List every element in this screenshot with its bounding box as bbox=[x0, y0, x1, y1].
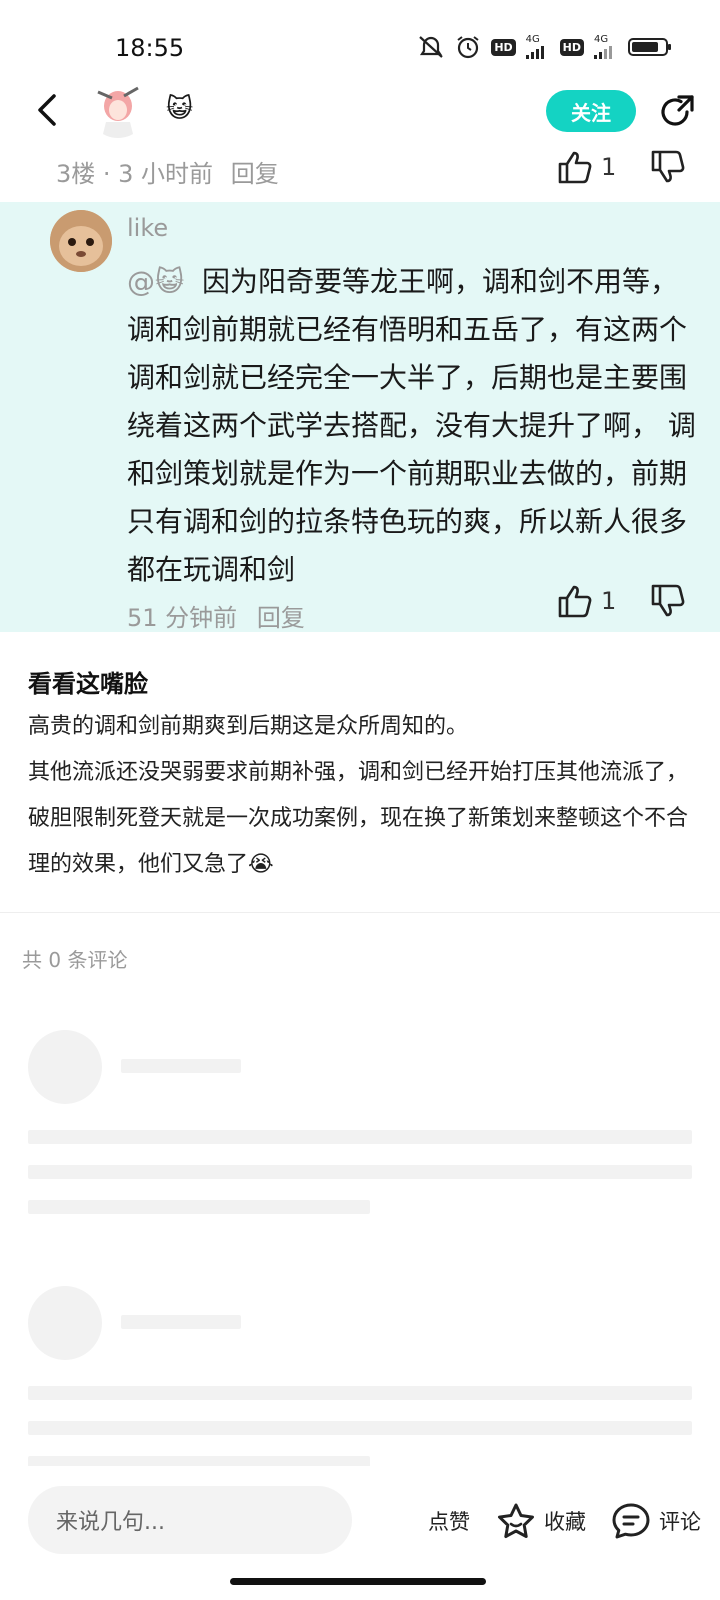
reply-like-count: 1 bbox=[601, 587, 617, 615]
comment-bubble-icon bbox=[612, 1503, 650, 1539]
author-badge-emoji: 😺 bbox=[166, 94, 194, 124]
signal-icon bbox=[525, 46, 544, 59]
reply-body: 因为阳奇要等龙王啊，调和剑不用等，调和剑前期就已经有悟明和五岳了，有这两个调和剑… bbox=[127, 265, 696, 586]
floor-time: 3楼 · 3 小时前 bbox=[56, 160, 214, 188]
like-action-label: 点赞 bbox=[428, 1510, 470, 1534]
post-body: 高贵的调和剑前期爽到后期这是众所周知的。 其他流派还没哭弱要求前期补强，调和剑已… bbox=[28, 704, 688, 888]
hd-badge-2: HD bbox=[559, 38, 584, 56]
thumb-down-icon[interactable] bbox=[650, 150, 686, 184]
skeleton-line bbox=[121, 1315, 241, 1329]
skeleton-line bbox=[28, 1130, 692, 1144]
reply-reply-link[interactable]: 回复 bbox=[257, 604, 305, 632]
skeleton-line bbox=[28, 1386, 692, 1400]
author-avatar[interactable] bbox=[88, 78, 148, 138]
reply-text: @😺 因为阳奇要等龙王啊，调和剑不用等，调和剑前期就已经有悟明和五岳了，有这两个… bbox=[127, 258, 702, 594]
thumb-up-icon bbox=[558, 151, 592, 184]
favorite-label: 收藏 bbox=[544, 1510, 586, 1534]
reply-author-name[interactable]: like bbox=[127, 214, 168, 242]
post-paragraph: 其他流派还没哭弱要求前期补强，调和剑已经开始打压其他流派了，破胆限制死登天就是一… bbox=[28, 760, 689, 877]
comment-label: 评论 bbox=[659, 1510, 701, 1534]
alarm-icon bbox=[457, 36, 479, 59]
comment-count: 共 0 条评论 bbox=[22, 948, 128, 972]
divider bbox=[0, 912, 720, 913]
reply-like-button[interactable]: 1 bbox=[557, 584, 616, 618]
home-indicator[interactable] bbox=[230, 1578, 486, 1585]
status-icons: HD 4G HD 4G bbox=[417, 34, 672, 60]
signal-icon-2 bbox=[594, 46, 612, 59]
reply-mention[interactable]: @😺 bbox=[127, 265, 184, 298]
skeleton-line bbox=[28, 1165, 692, 1179]
skeleton-line bbox=[28, 1421, 692, 1435]
like-action-button[interactable]: 点赞 bbox=[428, 1506, 470, 1536]
floor-reply-link[interactable]: 回复 bbox=[231, 160, 279, 188]
network-label-2: 4G bbox=[594, 34, 609, 45]
floor-like-button[interactable]: 1 bbox=[557, 150, 616, 184]
comment-button[interactable]: 评论 bbox=[611, 1502, 701, 1540]
mute-vibrate-icon bbox=[419, 36, 444, 58]
reply-author-avatar[interactable] bbox=[50, 210, 112, 272]
post-paragraph: 高贵的调和剑前期爽到后期这是众所周知的。 bbox=[28, 714, 469, 739]
reply-time: 51 分钟前 bbox=[127, 604, 238, 632]
skeleton-line bbox=[28, 1200, 370, 1214]
network-label: 4G bbox=[525, 34, 540, 45]
hd-badge: HD bbox=[491, 38, 516, 56]
skeleton-line bbox=[121, 1059, 241, 1073]
thumb-down-icon[interactable] bbox=[650, 584, 686, 618]
thumb-up-icon bbox=[558, 585, 592, 618]
battery-icon bbox=[628, 38, 671, 56]
star-icon bbox=[498, 1503, 534, 1538]
floor-meta: 3楼 · 3 小时前 回复 bbox=[56, 154, 279, 189]
post-title: 看看这嘴脸 bbox=[28, 670, 148, 698]
floor-like-count: 1 bbox=[601, 153, 617, 181]
skeleton-avatar bbox=[28, 1030, 102, 1104]
reply-meta: 51 分钟前 回复 bbox=[127, 598, 305, 633]
comment-input[interactable]: 来说几句... bbox=[28, 1486, 352, 1554]
follow-button[interactable]: 关注 bbox=[546, 90, 636, 132]
back-arrow-icon[interactable] bbox=[30, 92, 66, 128]
skeleton-avatar bbox=[28, 1286, 102, 1360]
status-time: 18:55 bbox=[115, 34, 185, 62]
share-icon[interactable] bbox=[657, 92, 697, 132]
favorite-button[interactable]: 收藏 bbox=[496, 1502, 586, 1540]
